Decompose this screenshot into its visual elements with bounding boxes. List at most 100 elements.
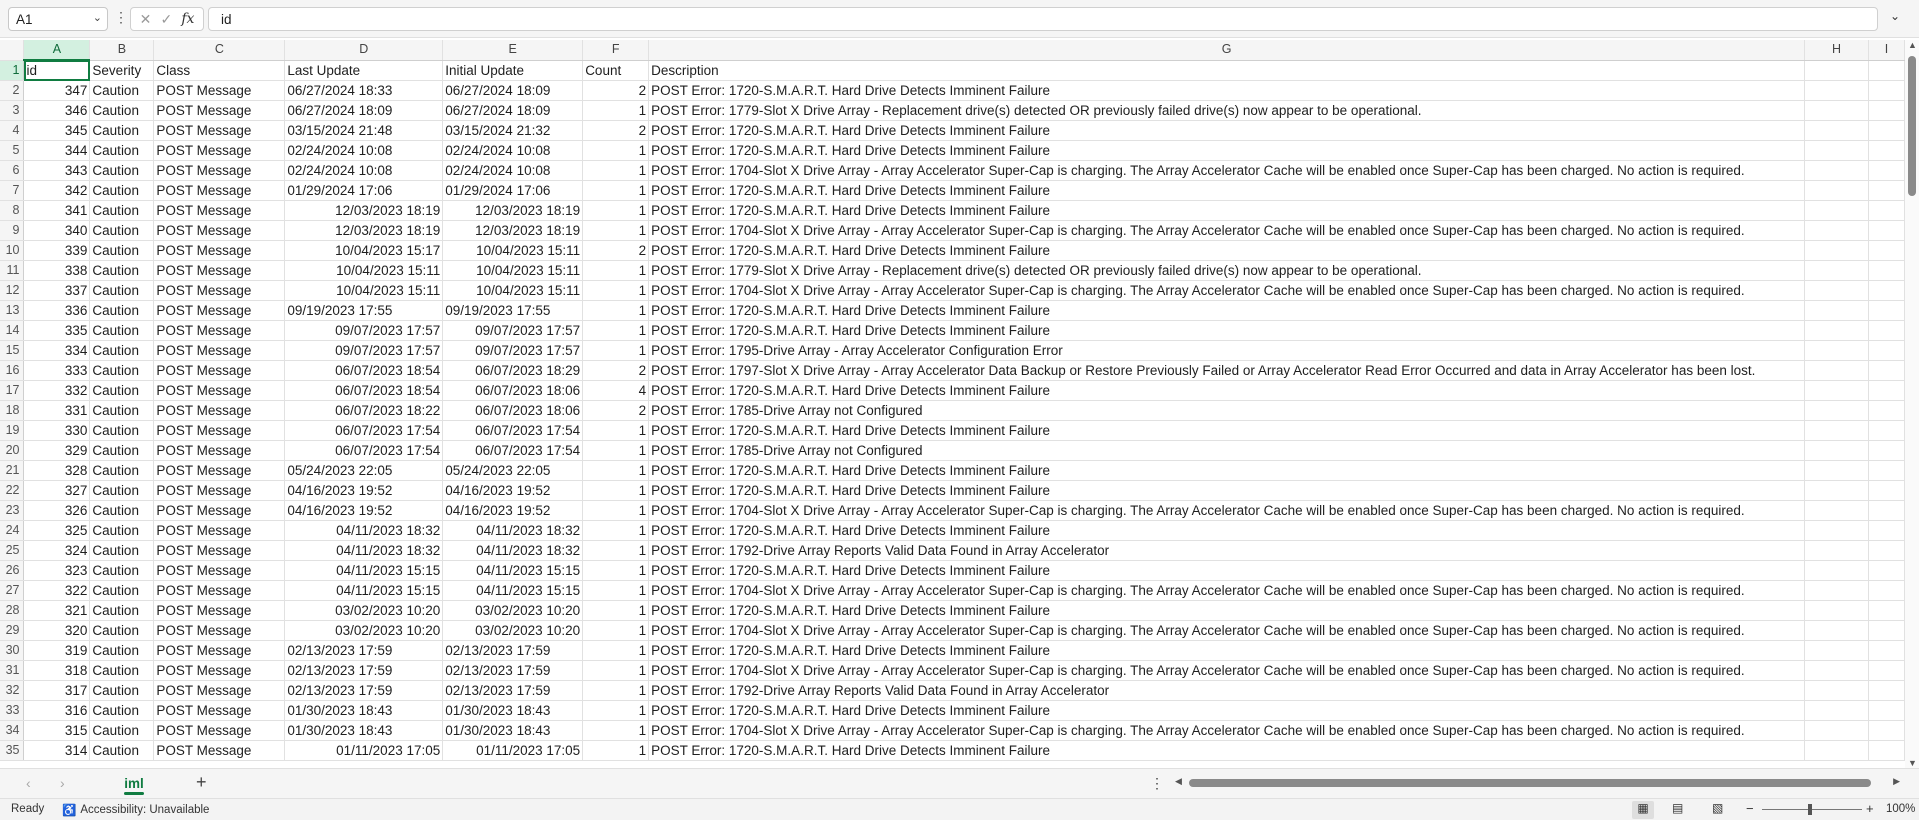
- cell-description[interactable]: POST Error: 1797-Slot X Drive Array - Ar…: [648, 360, 1806, 381]
- cell-class[interactable]: POST Message: [153, 680, 286, 701]
- cell-description[interactable]: POST Error: 1704-Slot X Drive Array - Ar…: [648, 660, 1806, 681]
- cell-id[interactable]: 321: [23, 600, 91, 621]
- cell-class[interactable]: POST Message: [153, 720, 286, 741]
- cell-description[interactable]: POST Error: 1720-S.M.A.R.T. Hard Drive D…: [648, 140, 1806, 161]
- cell-severity[interactable]: Caution: [89, 620, 155, 641]
- cell-initial-update[interactable]: 04/11/2023 15:15: [442, 580, 584, 601]
- cell-count[interactable]: 1: [582, 580, 650, 601]
- cell-initial-update[interactable]: 04/16/2023 19:52: [442, 500, 584, 521]
- sheet-tab-iml[interactable]: iml: [116, 771, 152, 797]
- page-break-view-icon[interactable]: ▧: [1712, 801, 1723, 815]
- cell-id[interactable]: 316: [23, 700, 91, 721]
- row-header[interactable]: 9: [0, 220, 25, 241]
- cell-empty[interactable]: [1804, 460, 1869, 481]
- cell-last-update[interactable]: 12/03/2023 18:19: [284, 220, 444, 241]
- cell-count[interactable]: 1: [582, 340, 650, 361]
- cell-id[interactable]: 324: [23, 540, 91, 561]
- cell-initial-update[interactable]: 09/07/2023 17:57: [442, 340, 584, 361]
- row-header[interactable]: 25: [0, 540, 25, 561]
- cell-count[interactable]: 1: [582, 160, 650, 181]
- cell-count[interactable]: 1: [582, 460, 650, 481]
- cell-description[interactable]: POST Error: 1720-S.M.A.R.T. Hard Drive D…: [648, 180, 1806, 201]
- cell-id[interactable]: 330: [23, 420, 91, 441]
- cell-empty[interactable]: [1868, 240, 1905, 261]
- cell-description[interactable]: POST Error: 1704-Slot X Drive Array - Ar…: [648, 500, 1806, 521]
- cell-last-update[interactable]: 02/24/2024 10:08: [284, 160, 444, 181]
- cell-class[interactable]: POST Message: [153, 300, 286, 321]
- column-header-a[interactable]: A: [23, 40, 91, 61]
- row-header[interactable]: 24: [0, 520, 25, 541]
- cell-class[interactable]: POST Message: [153, 440, 286, 461]
- cell-count[interactable]: 1: [582, 320, 650, 341]
- cell-empty[interactable]: [1804, 480, 1869, 501]
- cell-empty[interactable]: [1804, 140, 1869, 161]
- normal-view-icon[interactable]: ▦: [1632, 801, 1654, 819]
- cell-severity[interactable]: Caution: [89, 240, 155, 261]
- cell-empty[interactable]: [1868, 360, 1905, 381]
- cell-empty[interactable]: [1868, 260, 1905, 281]
- cell-description[interactable]: POST Error: 1720-S.M.A.R.T. Hard Drive D…: [648, 120, 1806, 141]
- name-box[interactable]: A1 ⌄: [8, 7, 108, 31]
- cell-severity[interactable]: Caution: [89, 380, 155, 401]
- cell-empty[interactable]: [1868, 640, 1905, 661]
- cell-empty[interactable]: [1868, 100, 1905, 121]
- header-cell[interactable]: Initial Update: [442, 60, 584, 81]
- cell-severity[interactable]: Caution: [89, 80, 155, 101]
- cell-class[interactable]: POST Message: [153, 160, 286, 181]
- cell-class[interactable]: POST Message: [153, 660, 286, 681]
- row-header[interactable]: 8: [0, 200, 25, 221]
- cell-last-update[interactable]: 04/16/2023 19:52: [284, 480, 444, 501]
- cell-severity[interactable]: Caution: [89, 180, 155, 201]
- zoom-in-icon[interactable]: +: [1866, 801, 1874, 816]
- cell-empty[interactable]: [1868, 120, 1905, 141]
- cell-severity[interactable]: Caution: [89, 460, 155, 481]
- cell-severity[interactable]: Caution: [89, 140, 155, 161]
- cell-count[interactable]: 1: [582, 440, 650, 461]
- cell-last-update[interactable]: 12/03/2023 18:19: [284, 200, 444, 221]
- header-cell[interactable]: Count: [582, 60, 650, 81]
- row-header[interactable]: 29: [0, 620, 25, 641]
- cell-severity[interactable]: Caution: [89, 200, 155, 221]
- cell-empty[interactable]: [1804, 300, 1869, 321]
- cell-initial-update[interactable]: 06/07/2023 18:06: [442, 380, 584, 401]
- cell-empty[interactable]: [1868, 180, 1905, 201]
- cell-id[interactable]: 340: [23, 220, 91, 241]
- cell-id[interactable]: 329: [23, 440, 91, 461]
- row-header[interactable]: 22: [0, 480, 25, 501]
- cell-description[interactable]: POST Error: 1779-Slot X Drive Array - Re…: [648, 100, 1806, 121]
- cell-count[interactable]: 1: [582, 180, 650, 201]
- cell-last-update[interactable]: 03/15/2024 21:48: [284, 120, 444, 141]
- cell-last-update[interactable]: 06/07/2023 17:54: [284, 440, 444, 461]
- cell-last-update[interactable]: 02/13/2023 17:59: [284, 680, 444, 701]
- row-header[interactable]: 14: [0, 320, 25, 341]
- cell-empty[interactable]: [1868, 660, 1905, 681]
- formula-input[interactable]: id: [208, 7, 1878, 31]
- cell-severity[interactable]: Caution: [89, 680, 155, 701]
- cell-class[interactable]: POST Message: [153, 700, 286, 721]
- cell-class[interactable]: POST Message: [153, 360, 286, 381]
- chevron-left-icon[interactable]: ‹: [26, 775, 31, 791]
- column-header-h[interactable]: H: [1804, 40, 1869, 61]
- cell-empty[interactable]: [1804, 320, 1869, 341]
- row-header[interactable]: 27: [0, 580, 25, 601]
- cell-empty[interactable]: [1868, 460, 1905, 481]
- cell-empty[interactable]: [1804, 260, 1869, 281]
- cell-severity[interactable]: Caution: [89, 440, 155, 461]
- cell-severity[interactable]: Caution: [89, 220, 155, 241]
- cell-count[interactable]: 1: [582, 200, 650, 221]
- cell-empty[interactable]: [1868, 720, 1905, 741]
- cell-class[interactable]: POST Message: [153, 180, 286, 201]
- cell-description[interactable]: POST Error: 1704-Slot X Drive Array - Ar…: [648, 620, 1806, 641]
- scroll-left-icon[interactable]: ◀: [1175, 776, 1182, 787]
- cell-severity[interactable]: Caution: [89, 640, 155, 661]
- cell-initial-update[interactable]: 10/04/2023 15:11: [442, 260, 584, 281]
- row-header[interactable]: 15: [0, 340, 25, 361]
- row-header[interactable]: 19: [0, 420, 25, 441]
- cell-empty[interactable]: [1868, 160, 1905, 181]
- cell-empty[interactable]: [1804, 580, 1869, 601]
- cell-severity[interactable]: Caution: [89, 740, 155, 761]
- cell-empty[interactable]: [1804, 660, 1869, 681]
- cell-initial-update[interactable]: 02/24/2024 10:08: [442, 140, 584, 161]
- cell-id[interactable]: 334: [23, 340, 91, 361]
- cell-empty[interactable]: [1804, 400, 1869, 421]
